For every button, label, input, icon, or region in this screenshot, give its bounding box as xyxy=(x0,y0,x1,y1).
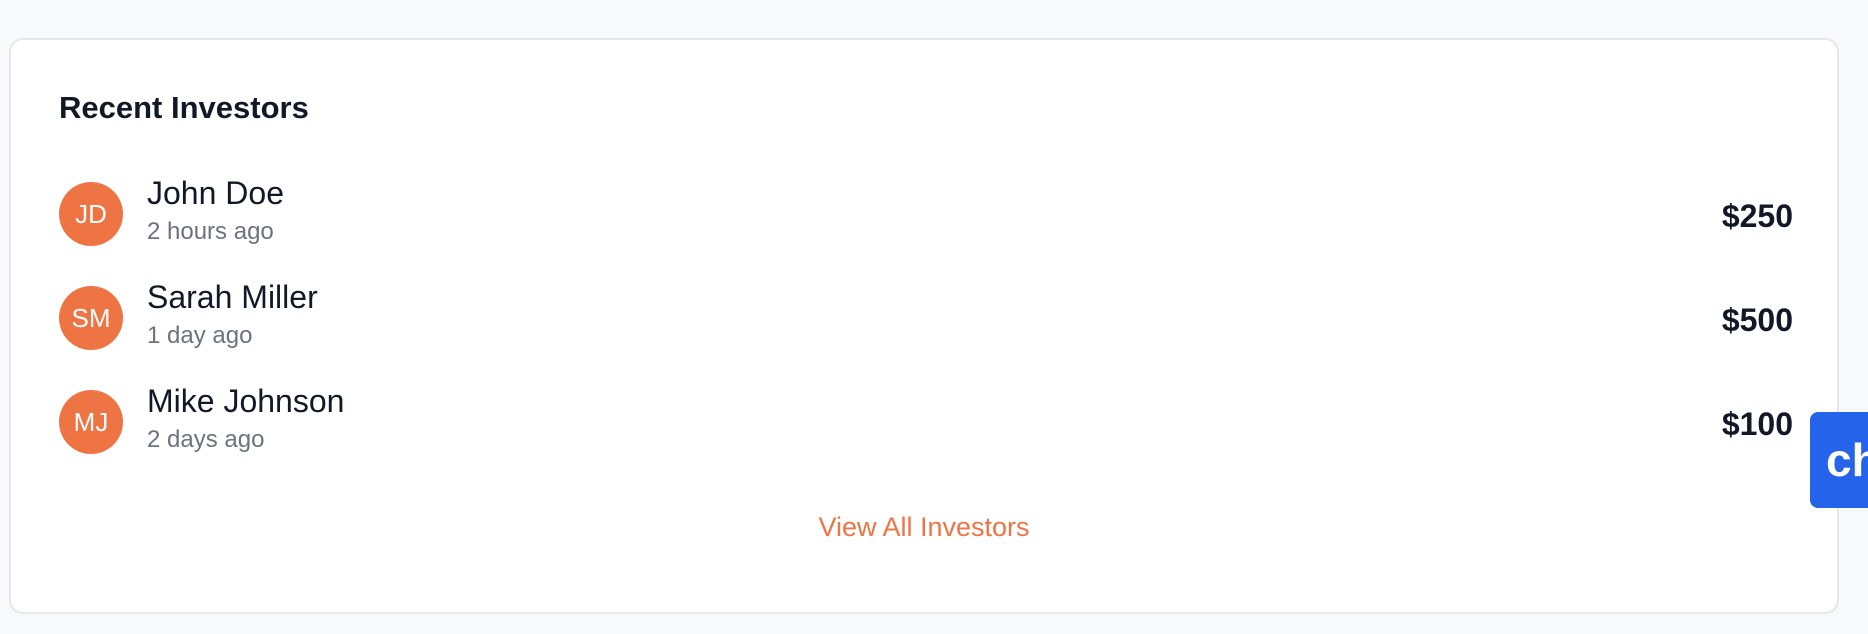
investor-amount: $500 xyxy=(1721,302,1793,338)
avatar: SM xyxy=(59,286,123,350)
investor-time: 2 days ago xyxy=(147,426,265,454)
investor-list: JD John Doe 2 hours ago $250 SM Sarah Mi… xyxy=(59,175,1793,488)
recent-investors-card: Recent Investors JD John Doe 2 hours ago… xyxy=(9,38,1839,614)
investor-row[interactable]: SM Sarah Miller 1 day ago $500 xyxy=(59,279,1793,384)
card-title: Recent Investors xyxy=(59,90,309,125)
investor-name: Mike Johnson xyxy=(147,383,345,419)
avatar: MJ xyxy=(59,390,123,454)
avatar: JD xyxy=(59,182,123,246)
investor-amount: $250 xyxy=(1721,198,1793,234)
investor-info: John Doe 2 hours ago xyxy=(147,175,284,246)
investor-time: 1 day ago xyxy=(147,322,253,350)
investor-info: Sarah Miller 1 day ago xyxy=(147,279,318,350)
investor-info: Mike Johnson 2 days ago xyxy=(147,383,345,454)
investor-row[interactable]: MJ Mike Johnson 2 days ago $100 xyxy=(59,383,1793,488)
investor-amount: $100 xyxy=(1721,406,1793,442)
investor-name: Sarah Miller xyxy=(147,279,318,315)
investor-row[interactable]: JD John Doe 2 hours ago $250 xyxy=(59,175,1793,280)
investor-name: John Doe xyxy=(147,175,284,211)
investor-time: 2 hours ago xyxy=(147,218,274,246)
view-all-investors-link[interactable]: View All Investors xyxy=(11,512,1837,543)
chat-widget-button[interactable]: ch xyxy=(1810,412,1868,508)
